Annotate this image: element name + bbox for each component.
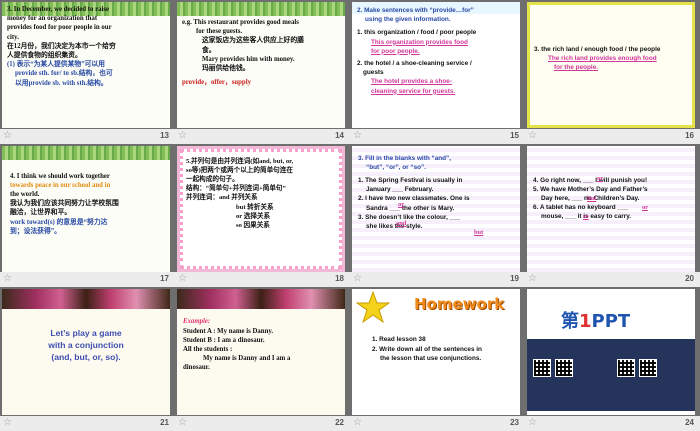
answer-or: or — [597, 174, 604, 182]
answer-and: and — [396, 219, 407, 227]
slide-footer: ☆ 22 — [175, 415, 350, 431]
slide-number: 14 — [335, 130, 344, 140]
star-icon: ☆ — [528, 273, 537, 285]
slide-24[interactable]: 第1PPT — [527, 289, 695, 416]
slide-number: 24 — [685, 417, 694, 427]
slide-21[interactable]: Let’s play a game with a conjunction (an… — [2, 289, 170, 416]
slide-number: 18 — [335, 274, 344, 284]
slide-text: e.g. This restaurant provides good meals… — [182, 19, 304, 87]
star-icon: ☆ — [178, 416, 187, 428]
answer-but: but — [587, 194, 597, 202]
slide-text: 4. I think we should work together towar… — [10, 172, 119, 235]
slide-footer: ☆ 15 — [350, 128, 525, 144]
slide-number: 22 — [335, 417, 344, 427]
slide-20[interactable]: 4. Go right now, ___ I will punish you! … — [527, 145, 695, 272]
homework-heading: Homework — [414, 295, 505, 314]
slide-thumbnail[interactable]: 3. In December, we decided to raise mone… — [0, 0, 175, 144]
slide-13[interactable]: 3. In December, we decided to raise mone… — [2, 2, 170, 128]
promo-banner — [527, 339, 695, 412]
slide-text: 5.并列句是由并列连词(如and, but, or, so等)把两个或两个以上的… — [186, 157, 294, 230]
slide-footer: ☆ 17 — [0, 272, 175, 288]
slide-18[interactable]: 5.并列句是由并列连词(如and, but, or, so等)把两个或两个以上的… — [177, 145, 345, 272]
qr-code-icon — [639, 359, 657, 378]
slide-number: 16 — [685, 130, 694, 140]
qr-code-icon — [555, 359, 573, 378]
slide-thumbnail[interactable]: Homework 1. Read lesson 38 2. Write down… — [350, 287, 525, 431]
slide-footer: ☆ 20 — [525, 272, 700, 288]
slide-thumbnail[interactable]: 5.并列句是由并列连词(如and, but, or, so等)把两个或两个以上的… — [175, 144, 350, 288]
slide-number: 20 — [685, 274, 694, 284]
decorative-photo — [2, 289, 170, 310]
slide-text: 3. Fill in the blanks with “and”, “but”,… — [358, 154, 470, 231]
star-icon: ☆ — [178, 273, 187, 285]
slide-number: 17 — [160, 274, 169, 284]
slide-thumbnail[interactable]: 4. Go right now, ___ I will punish you! … — [525, 144, 700, 288]
slide-number: 13 — [160, 130, 169, 140]
slide-thumbnail[interactable]: 3. Fill in the blanks with “and”, “but”,… — [350, 144, 525, 288]
slide-thumbnail[interactable]: 2. Make sentences with “provide…for” usi… — [350, 0, 525, 144]
slide-footer: ☆ 19 — [350, 272, 525, 288]
slide-footer: ☆ 16 — [525, 128, 700, 144]
slide-23[interactable]: Homework 1. Read lesson 38 2. Write down… — [352, 289, 520, 416]
star-icon: ☆ — [3, 129, 12, 141]
slide-footer: ☆ 14 — [175, 128, 350, 144]
star-icon: ☆ — [353, 129, 362, 141]
slide-thumbnail[interactable]: e.g. This restaurant provides good meals… — [175, 0, 350, 144]
slide-thumbnail[interactable]: 3. the rich land / enough food / the peo… — [525, 0, 700, 144]
slide-thumbnail[interactable]: Let’s play a game with a conjunction (an… — [0, 287, 175, 431]
slide-number: 21 — [160, 417, 169, 427]
star-icon — [356, 291, 390, 324]
slide-number: 19 — [510, 274, 519, 284]
slide-footer: ☆ 13 — [0, 128, 175, 144]
slide-15[interactable]: 2. Make sentences with “provide…for” usi… — [352, 2, 520, 128]
slide-text: Example: Student A : My name is Danny. S… — [183, 318, 291, 372]
slide-17[interactable]: 4. I think we should work together towar… — [2, 145, 170, 272]
slide-text: 2. Make sentences with “provide…for” usi… — [357, 7, 477, 95]
slide-text: 1. Read lesson 38 2. Write down all of t… — [372, 336, 482, 362]
star-icon: ☆ — [528, 416, 537, 428]
star-icon: ☆ — [353, 273, 362, 285]
star-icon: ☆ — [3, 273, 12, 285]
slide-16[interactable]: 3. the rich land / enough food / the peo… — [527, 2, 695, 128]
slide-text: Let’s play a game with a conjunction (an… — [48, 328, 124, 363]
answer-so: so — [583, 212, 589, 220]
decorative-photo — [177, 289, 345, 310]
slide-text: 3. the rich land / enough food / the peo… — [534, 46, 661, 72]
star-icon: ☆ — [528, 129, 537, 141]
slide-footer: ☆ 18 — [175, 272, 350, 288]
slide-footer: ☆ 21 — [0, 415, 175, 431]
slide-sorter-grid: 3. In December, we decided to raise mone… — [0, 0, 700, 431]
slide-footer: ☆ 24 — [525, 415, 700, 431]
slide-19[interactable]: 3. Fill in the blanks with “and”, “but”,… — [352, 145, 520, 272]
ppt-logo: 第1PPT — [561, 311, 631, 333]
slide-14[interactable]: e.g. This restaurant provides good meals… — [177, 2, 345, 128]
slide-thumbnail[interactable]: 4. I think we should work together towar… — [0, 144, 175, 288]
slide-number: 23 — [510, 417, 519, 427]
qr-code-icon — [533, 359, 551, 378]
slide-number: 15 — [510, 130, 519, 140]
slide-22[interactable]: Example: Student A : My name is Danny. S… — [177, 289, 345, 416]
answer-but: but — [474, 228, 484, 236]
qr-code-icon — [617, 359, 635, 378]
slide-text: 3. In December, we decided to raise mone… — [7, 6, 116, 87]
star-icon: ☆ — [3, 416, 12, 428]
star-icon: ☆ — [353, 416, 362, 428]
slide-thumbnail[interactable]: 第1PPT ☆ 24 — [525, 287, 700, 431]
slide-thumbnail[interactable]: Example: Student A : My name is Danny. S… — [175, 287, 350, 431]
slide-footer: ☆ 23 — [350, 415, 525, 431]
answer-or: or — [642, 203, 649, 211]
answer-or: or — [398, 200, 405, 208]
star-icon: ☆ — [178, 129, 187, 141]
